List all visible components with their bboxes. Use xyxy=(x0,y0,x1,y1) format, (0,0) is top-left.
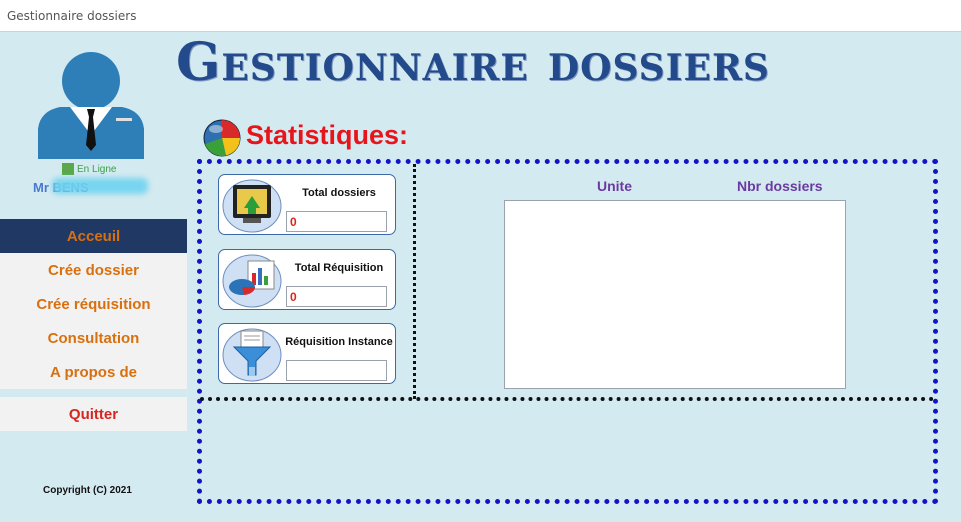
main-window: En Ligne Mr BENS Acceuil Crée dossier Cr… xyxy=(0,32,961,522)
stat-card-total-dossiers: Total dossiers 0 xyxy=(218,174,396,235)
online-status: En Ligne xyxy=(62,163,116,175)
stat-value-field xyxy=(286,360,387,381)
window-titlebar: Gestionnaire dossiers xyxy=(0,0,961,32)
copyright-text: Copyright (C) 2021 xyxy=(43,485,132,496)
nav-item-consultation[interactable]: Consultation xyxy=(0,321,187,355)
nav-item-a-propos[interactable]: A propos de xyxy=(0,355,187,389)
monitor-chart-icon xyxy=(222,179,282,233)
nav-item-cree-dossier[interactable]: Crée dossier xyxy=(0,253,187,287)
nav-item-label: A propos de xyxy=(50,363,137,381)
nav-item-label: Acceuil xyxy=(66,227,121,245)
nav-item-label: Consultation xyxy=(47,329,140,347)
stat-label: Total Réquisition xyxy=(294,262,384,274)
stat-value-field: 0 xyxy=(286,286,387,307)
stats-title: Statistiques: xyxy=(246,120,409,150)
stat-label: Total dossiers xyxy=(302,187,376,199)
stats-divider xyxy=(200,397,934,401)
stat-label: Réquisition Instance xyxy=(285,336,393,348)
filter-funnel-icon xyxy=(222,328,282,382)
status-text: En Ligne xyxy=(77,163,117,175)
nav-item-cree-requisition[interactable]: Crée réquisition xyxy=(0,287,187,321)
nav-item-label: Crée dossier xyxy=(48,261,139,279)
stat-card-total-requisition: Total Réquisition 0 xyxy=(218,249,396,310)
stat-value-field: 0 xyxy=(286,211,387,232)
name-redaction xyxy=(52,178,148,194)
column-header-unite: Unite xyxy=(597,178,632,194)
quit-button[interactable]: Quitter xyxy=(0,397,187,431)
report-chart-icon xyxy=(222,254,282,308)
stats-table-list[interactable] xyxy=(504,200,846,389)
pie-chart-globe-icon xyxy=(203,119,241,157)
window-title: Gestionnaire dossiers xyxy=(7,9,137,23)
nav-item-acceuil[interactable]: Acceuil xyxy=(0,219,187,253)
column-header-nbr-dossiers: Nbr dossiers xyxy=(737,178,823,194)
nav-item-label: Crée réquisition xyxy=(36,295,151,313)
cards-separator xyxy=(413,164,417,399)
stat-card-requisition-instance: Réquisition Instance xyxy=(218,323,396,384)
quit-label: Quitter xyxy=(68,405,119,423)
user-avatar-icon xyxy=(38,52,144,159)
app-title: Gestionnaire dossiers xyxy=(176,32,770,93)
status-indicator-icon xyxy=(62,163,74,175)
